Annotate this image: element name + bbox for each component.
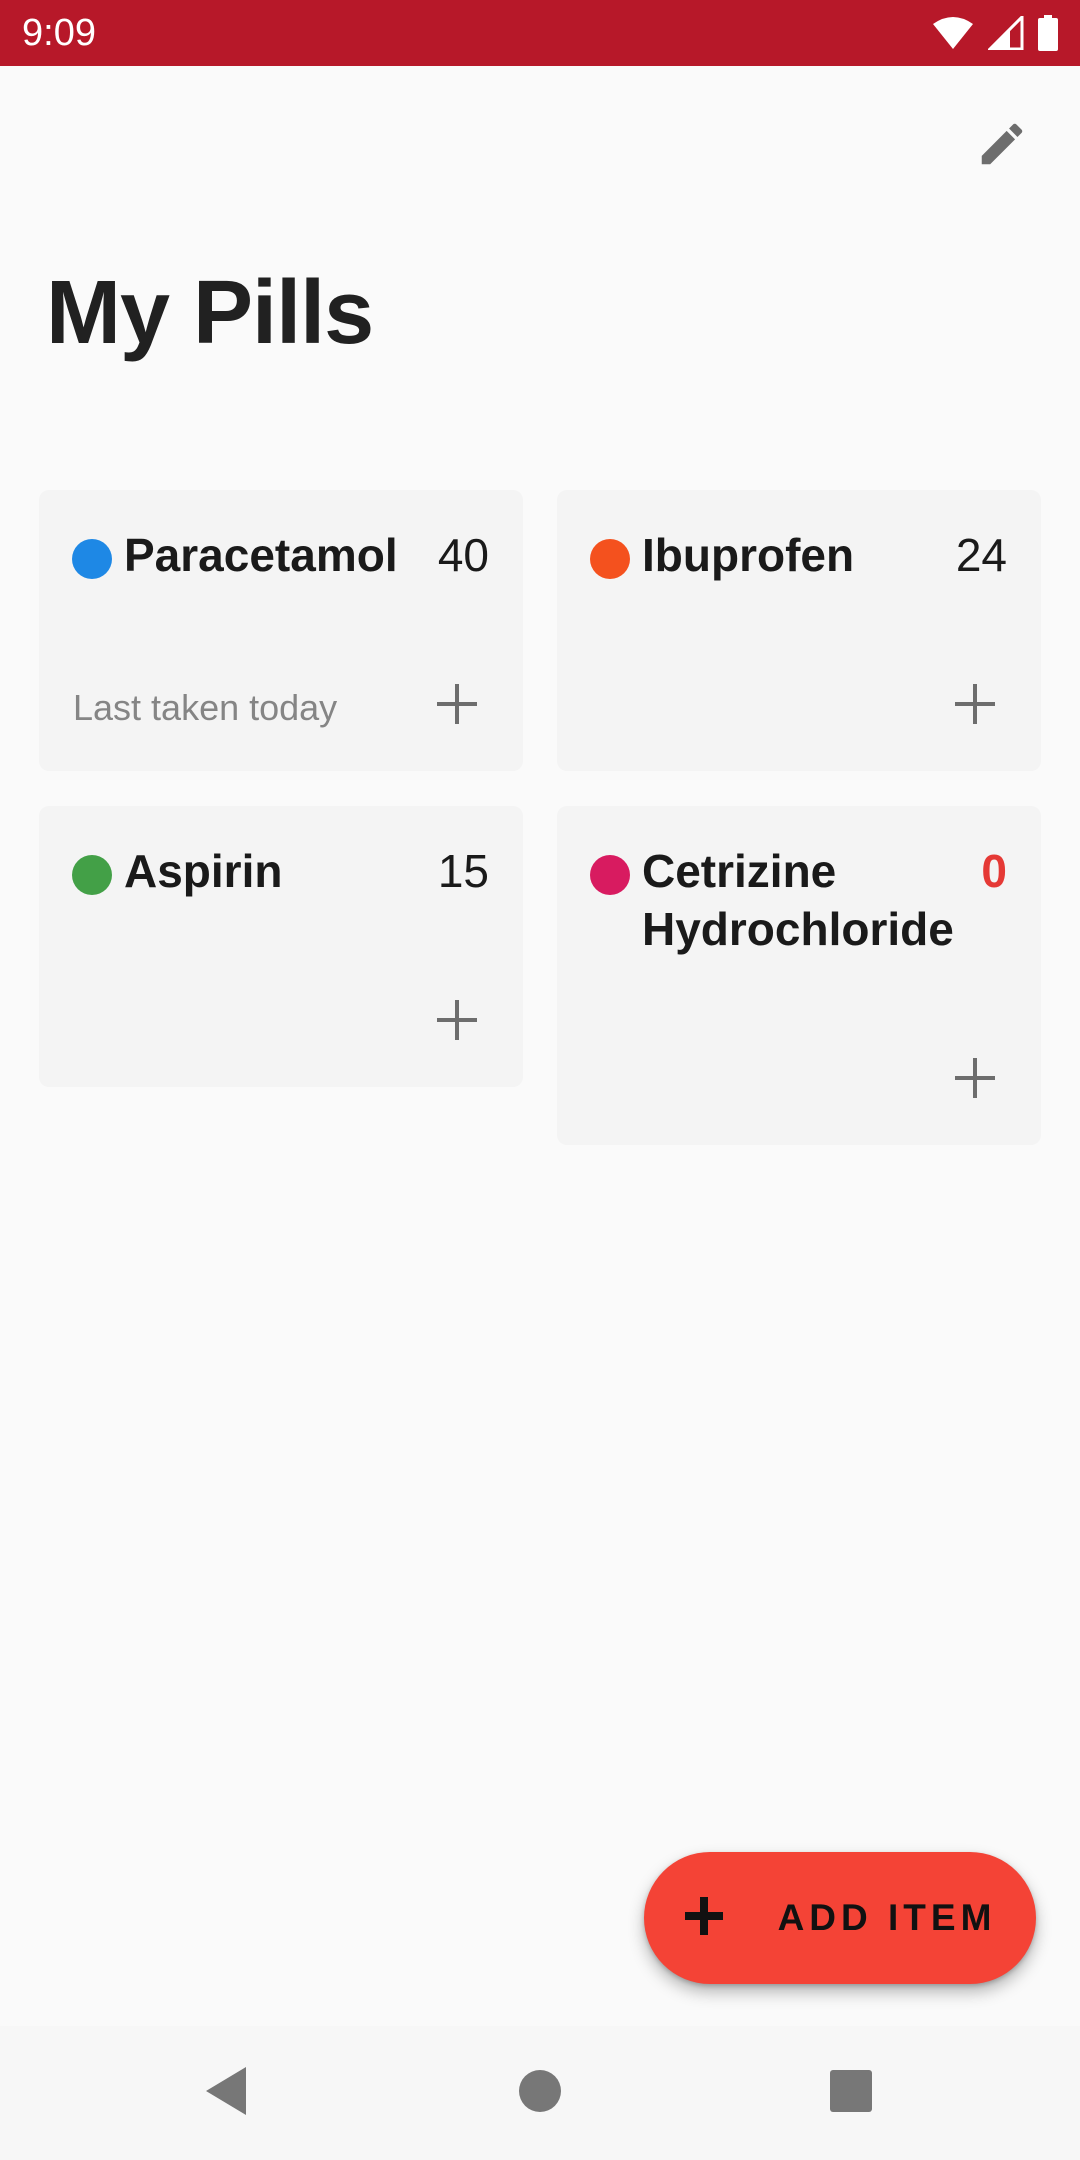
recents-button[interactable] bbox=[811, 2053, 891, 2133]
last-taken-label: Last taken today bbox=[73, 687, 338, 728]
take-pill-button[interactable] bbox=[425, 990, 489, 1054]
pill-card[interactable]: Cetrizine Hydrochloride 0 bbox=[557, 806, 1041, 1145]
take-pill-button[interactable] bbox=[943, 1048, 1007, 1112]
pill-color-dot bbox=[72, 855, 112, 895]
recents-icon bbox=[829, 2069, 873, 2118]
pill-card[interactable]: Paracetamol 40 Last taken today bbox=[39, 490, 523, 771]
signal-icon bbox=[988, 16, 1024, 50]
pill-name: Aspirin bbox=[124, 845, 283, 897]
take-pill-button[interactable] bbox=[425, 674, 489, 738]
page-title: My Pills bbox=[46, 263, 374, 363]
navigation-bar bbox=[0, 2026, 1080, 2160]
app-screen: 9:09 My Pills Paracetamol 40 Last taken … bbox=[0, 0, 1080, 2160]
wifi-icon bbox=[932, 16, 974, 50]
add-item-label: ADD ITEM bbox=[777, 1897, 997, 1938]
status-bar: 9:09 bbox=[0, 0, 1080, 66]
pencil-icon bbox=[975, 117, 1029, 176]
plus-icon bbox=[953, 1056, 997, 1105]
pill-count: 0 bbox=[981, 845, 1007, 897]
status-icons bbox=[932, 14, 1058, 52]
pill-card[interactable]: Aspirin 15 bbox=[39, 806, 523, 1087]
battery-icon bbox=[1038, 15, 1058, 51]
edit-button[interactable] bbox=[966, 110, 1038, 182]
plus-icon bbox=[684, 1896, 724, 1941]
pill-name: Ibuprofen bbox=[642, 529, 855, 581]
pill-count: 40 bbox=[437, 529, 489, 581]
pill-count: 15 bbox=[437, 845, 489, 897]
pill-color-dot bbox=[590, 539, 630, 579]
take-pill-button[interactable] bbox=[943, 674, 1007, 738]
pill-color-dot bbox=[72, 539, 112, 579]
plus-icon bbox=[435, 682, 479, 731]
plus-icon bbox=[435, 998, 479, 1047]
pill-card[interactable]: Ibuprofen 24 bbox=[557, 490, 1041, 771]
pill-name: Paracetamol bbox=[124, 529, 398, 581]
home-icon bbox=[518, 2069, 562, 2118]
pill-name: Cetrizine Hydrochloride bbox=[642, 845, 954, 955]
add-item-button[interactable]: ADD ITEM bbox=[644, 1852, 1036, 1984]
home-button[interactable] bbox=[500, 2053, 580, 2133]
back-button[interactable] bbox=[186, 2053, 266, 2133]
plus-icon bbox=[953, 682, 997, 731]
pill-count: 24 bbox=[955, 529, 1007, 581]
status-time: 9:09 bbox=[22, 12, 96, 54]
pill-color-dot bbox=[590, 855, 630, 895]
back-icon bbox=[202, 2065, 250, 2122]
